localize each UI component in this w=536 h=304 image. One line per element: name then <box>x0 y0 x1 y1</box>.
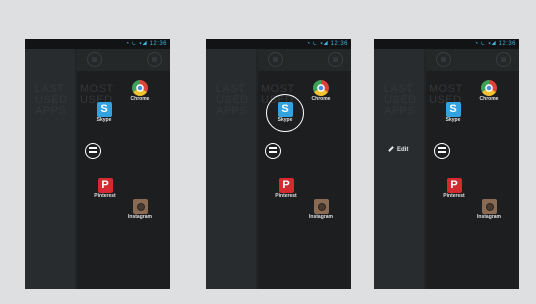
menu-icon[interactable] <box>85 143 101 159</box>
app-chrome[interactable]: Chrome <box>472 80 506 103</box>
pinterest-icon <box>278 178 294 193</box>
app-skype[interactable]: Skype <box>268 102 302 124</box>
app-skype[interactable]: Skype <box>87 102 121 124</box>
status-bar: ◔ ⏾ ▾◢ 12:36 <box>25 39 170 49</box>
last-used-apps-column: LAST USED APPS <box>25 49 75 289</box>
chrome-icon <box>132 80 148 96</box>
app-chrome[interactable]: Chrome <box>123 80 157 103</box>
app-label: Pinterest <box>443 193 465 199</box>
app-label: Pinterest <box>94 193 116 199</box>
last-used-apps-heading: LAST USED APPS <box>216 83 249 117</box>
skype-icon <box>277 102 293 117</box>
app-label: Instagram <box>128 214 152 220</box>
ghost-refresh-icon[interactable] <box>328 52 343 67</box>
last-used-apps-column: LAST USED APPS <box>374 49 424 289</box>
app-label: Chrome <box>311 96 331 102</box>
chrome-icon <box>481 80 497 96</box>
instagram-icon <box>313 199 329 214</box>
ghost-refresh-icon[interactable] <box>496 52 511 67</box>
skype-icon <box>445 102 461 117</box>
ghost-refresh-icon[interactable] <box>147 52 162 67</box>
app-chrome[interactable]: Chrome <box>304 80 338 103</box>
panel-header <box>426 49 519 71</box>
app-label: Skype <box>277 117 293 123</box>
app-label: Instagram <box>309 214 333 220</box>
app-label: Instagram <box>477 214 501 220</box>
last-used-apps-heading: LAST USED APPS <box>384 83 417 117</box>
status-bar: ◔ ⏾ ▾◢ 12:36 <box>374 39 519 49</box>
status-icons: ◔ ⏾ ▾◢ 12:36 <box>306 41 348 47</box>
instagram-icon <box>481 199 497 214</box>
app-instagram[interactable]: Instagram <box>304 199 338 221</box>
instagram-icon <box>132 199 148 214</box>
pinterest-icon <box>97 178 113 193</box>
status-icons: ◔ ⏾ ▾◢ 12:36 <box>474 41 516 47</box>
app-label: Pinterest <box>275 193 297 199</box>
ghost-menu-icon[interactable] <box>268 52 283 67</box>
app-instagram[interactable]: Instagram <box>472 199 506 221</box>
status-icons: ◔ ⏾ ▾◢ 12:36 <box>125 41 167 47</box>
status-time: 12:36 <box>498 41 516 47</box>
app-pinterest[interactable]: Pinterest <box>88 178 122 200</box>
ghost-menu-icon[interactable] <box>436 52 451 67</box>
app-label: Skype <box>445 117 461 123</box>
status-bar: ◔ ⏾ ▾◢ 12:36 <box>206 39 351 49</box>
last-used-apps-heading: LAST USED APPS <box>35 83 68 117</box>
status-time: 12:36 <box>330 41 348 47</box>
app-skype[interactable]: Skype <box>436 102 470 124</box>
phone-screen-3: ◔ ⏾ ▾◢ 12:36 LAST USED APPS MOST USED Ch… <box>374 39 519 289</box>
chrome-icon <box>313 80 329 96</box>
pencil-icon <box>388 146 394 153</box>
phone-screen-2: ◔ ⏾ ▾◢ 12:36 LAST USED APPS MOST USED Ch… <box>206 39 351 289</box>
ghost-menu-icon[interactable] <box>87 52 102 67</box>
app-instagram[interactable]: Instagram <box>123 199 157 221</box>
skype-icon <box>96 102 112 117</box>
menu-icon[interactable] <box>434 143 450 159</box>
edit-button[interactable]: Edit <box>388 146 409 153</box>
app-label: Chrome <box>130 96 150 102</box>
last-used-apps-column: LAST USED APPS <box>206 49 256 289</box>
app-label: Skype <box>96 117 112 123</box>
edit-label: Edit <box>397 147 409 153</box>
app-pinterest[interactable]: Pinterest <box>269 178 303 200</box>
panel-header <box>258 49 351 71</box>
app-pinterest[interactable]: Pinterest <box>437 178 471 200</box>
status-time: 12:36 <box>149 41 167 47</box>
phone-screen-1: ◔ ⏾ ▾◢ 12:36 LAST USED APPS MOST USED Ch… <box>25 39 170 289</box>
menu-icon[interactable] <box>265 143 281 159</box>
panel-header <box>77 49 170 71</box>
app-label: Chrome <box>479 96 499 102</box>
pinterest-icon <box>446 178 462 193</box>
